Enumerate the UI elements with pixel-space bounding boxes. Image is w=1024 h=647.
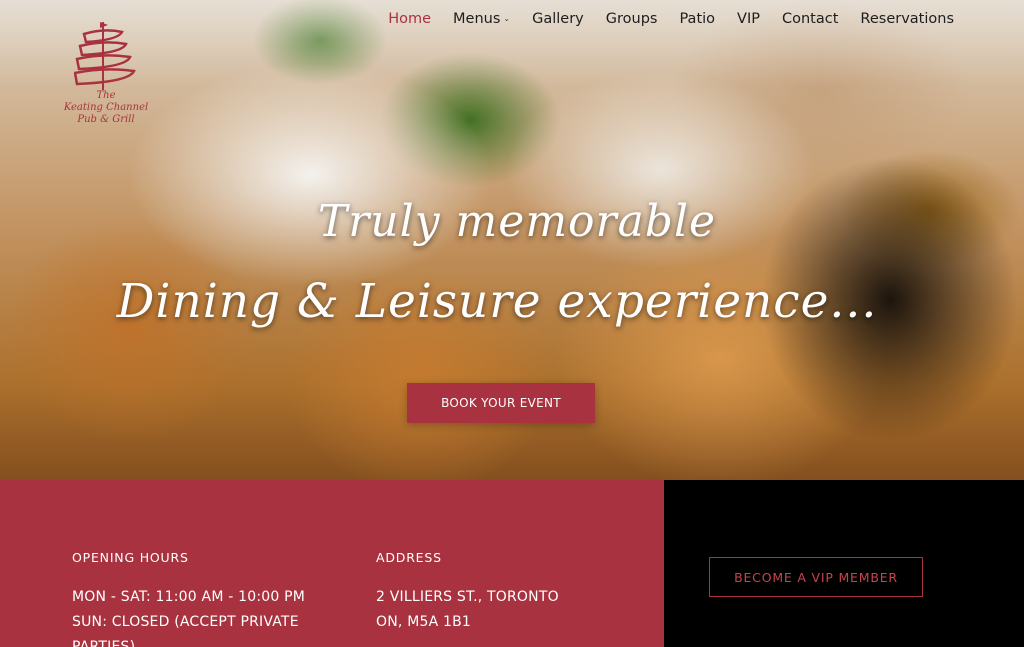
logo-line-the: The: [96, 90, 116, 101]
nav-patio[interactable]: Patio: [668, 10, 726, 28]
ship-sails-icon: [74, 22, 136, 90]
opening-hours-weekdays: MON - SAT: 11:00 AM - 10:00 PM: [72, 589, 306, 605]
nav-groups[interactable]: Groups: [595, 10, 669, 28]
nav-menus-label: Menus: [453, 11, 501, 27]
chevron-down-icon: ⌄: [503, 14, 511, 23]
address-block: ADDRESS 2 VILLIERS ST., TORONTO ON, M5A …: [376, 550, 616, 635]
nav-home[interactable]: Home: [377, 10, 442, 28]
nav-gallery[interactable]: Gallery: [521, 10, 595, 28]
opening-hours-title: OPENING HOURS: [72, 550, 189, 565]
opening-hours-block: OPENING HOURS MON - SAT: 11:00 AM - 10:0…: [72, 550, 312, 647]
logo-text: The Keating Channel Pub & Grill: [56, 90, 156, 126]
site-logo[interactable]: The Keating Channel Pub & Grill: [56, 20, 156, 138]
main-nav: Home Menus ⌄ Gallery Groups Patio VIP Con…: [377, 10, 965, 28]
address-title: ADDRESS: [376, 550, 442, 565]
logo-line-name: Keating Channel: [63, 102, 149, 113]
address-street: 2 VILLIERS ST., TORONTO: [376, 589, 559, 605]
become-vip-button[interactable]: BECOME A VIP MEMBER: [709, 557, 923, 597]
nav-vip[interactable]: VIP: [726, 10, 771, 28]
opening-hours-sunday: SUN: CLOSED (ACCEPT PRIVATE PARTIES): [72, 614, 299, 647]
logo-line-subtitle: Pub & Grill: [77, 114, 135, 125]
book-event-button[interactable]: BOOK YOUR EVENT: [407, 383, 595, 423]
nav-reservations[interactable]: Reservations: [849, 10, 965, 28]
address-city: ON, M5A 1B1: [376, 614, 472, 630]
nav-menus[interactable]: Menus ⌄: [442, 10, 521, 28]
nav-contact[interactable]: Contact: [771, 10, 849, 28]
hero-headline-line1: Truly memorable: [317, 196, 717, 247]
hero-headline-line2: Dining & Leisure experience...: [116, 274, 878, 329]
